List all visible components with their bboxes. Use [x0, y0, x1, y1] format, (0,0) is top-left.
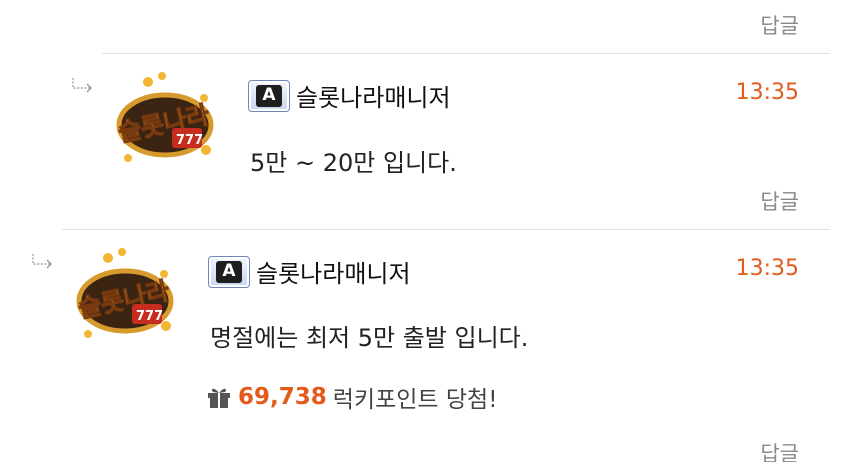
- reply-button[interactable]: 답글: [760, 438, 799, 462]
- lucky-point-row: 69,738 럭키포인트 당첨!: [206, 380, 497, 414]
- comment-time: 13:35: [735, 80, 799, 105]
- reply-button[interactable]: 답글: [760, 10, 799, 40]
- divider: [102, 53, 830, 54]
- divider: [62, 229, 830, 230]
- svg-text:777: 777: [176, 133, 203, 148]
- reply-button[interactable]: 답글: [760, 186, 799, 216]
- comment-text: 5만 ~ 20만 입니다.: [250, 149, 457, 177]
- gift-icon: [208, 388, 230, 408]
- lucky-point-text: 럭키포인트 당첨!: [332, 387, 498, 413]
- admin-badge-icon: A: [208, 255, 250, 288]
- comment-time: 13:35: [735, 256, 799, 281]
- admin-badge-icon: A: [248, 79, 290, 112]
- reply-arrow-icon: [32, 254, 52, 269]
- avatar: 슬롯나라 777: [75, 248, 174, 338]
- comment-thread: 답글 슬롯나라 777 A 슬롯나라매니저 13:35 5만 ~ 20만 입니다: [0, 0, 850, 462]
- author-row: A 슬롯나라매니저: [208, 254, 411, 289]
- reply-arrow-icon: [72, 78, 92, 93]
- author-row: A 슬롯나라매니저: [248, 78, 451, 113]
- author-name[interactable]: 슬롯나라매니저: [256, 254, 411, 289]
- lucky-point-amount: 69,738: [238, 384, 327, 410]
- avatar: 슬롯나라 777: [115, 72, 214, 162]
- comment-text: 명절에는 최저 5만 출발 입니다.: [210, 324, 529, 352]
- svg-text:777: 777: [136, 309, 163, 324]
- author-name[interactable]: 슬롯나라매니저: [296, 78, 451, 113]
